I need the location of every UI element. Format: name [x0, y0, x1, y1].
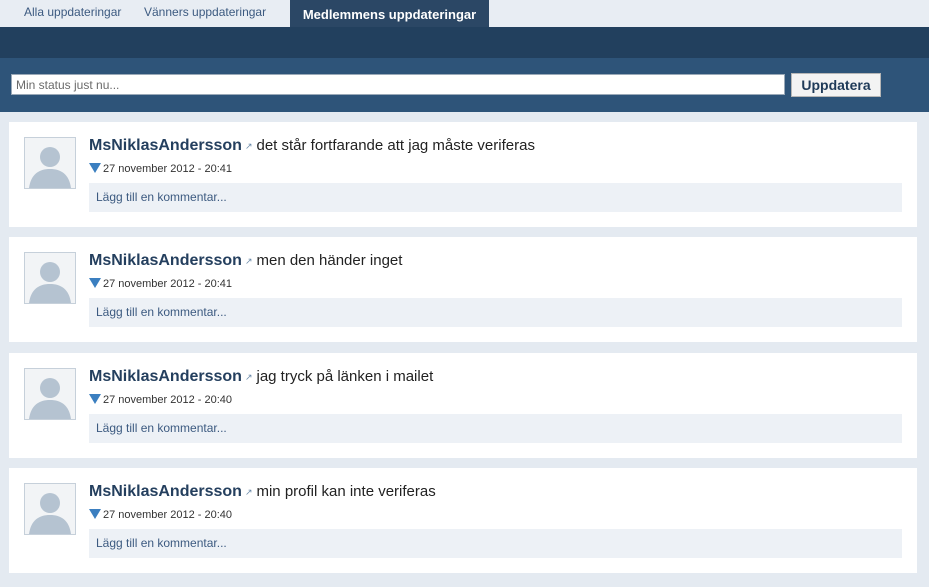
avatar[interactable]	[24, 137, 76, 189]
blue-triangle-icon	[89, 509, 101, 519]
post-timestamp: 27 november 2012 - 20:40	[103, 509, 233, 521]
avatar[interactable]	[24, 483, 76, 535]
blue-triangle-icon	[89, 163, 101, 173]
post-meta: 27 november 2012 - 20:41	[89, 277, 232, 290]
avatar[interactable]	[24, 252, 76, 304]
post-meta: 27 november 2012 - 20:40	[89, 393, 232, 406]
comment-field[interactable]: Lägg till en kommentar...	[89, 414, 902, 443]
avatar-placeholder-icon	[25, 369, 75, 419]
external-link-icon[interactable]: ↗	[245, 487, 253, 498]
header-bar	[0, 27, 929, 58]
post-timestamp: 27 november 2012 - 20:40	[103, 394, 233, 406]
comment-field[interactable]: Lägg till en kommentar...	[89, 298, 902, 327]
post-text: min profil kan inte veriferas	[256, 483, 436, 500]
comment-field[interactable]: Lägg till en kommentar...	[89, 529, 902, 558]
post-message: MsNiklasAndersson ↗ det står fortfarande a…	[89, 137, 535, 155]
feed-post: MsNiklasAndersson ↗ men den händer inget 2…	[9, 237, 917, 342]
post-timestamp: 27 november 2012 - 20:41	[103, 163, 233, 175]
status-input[interactable]	[11, 74, 785, 95]
blue-triangle-icon	[89, 394, 101, 404]
post-author[interactable]: MsNiklasAndersson	[89, 368, 242, 385]
tab-bar: Alla uppdateringar Vänners uppdateringar…	[0, 0, 929, 27]
avatar-placeholder-icon	[25, 253, 75, 303]
post-text: jag tryck på länken i mailet	[256, 368, 434, 385]
post-meta: 27 november 2012 - 20:41	[89, 162, 232, 175]
post-message: MsNiklasAndersson ↗ men den händer inget	[89, 252, 402, 270]
avatar-placeholder-icon	[25, 484, 75, 534]
update-button[interactable]: Uppdatera	[791, 73, 881, 97]
feed-post: MsNiklasAndersson ↗ jag tryck på länken i …	[9, 353, 917, 458]
post-author[interactable]: MsNiklasAndersson	[89, 252, 242, 269]
external-link-icon[interactable]: ↗	[245, 256, 253, 267]
external-link-icon[interactable]: ↗	[245, 141, 253, 152]
tab-member-updates[interactable]: Medlemmens uppdateringar	[290, 0, 489, 27]
post-text: det står fortfarande att jag måste verif…	[256, 137, 535, 154]
avatar[interactable]	[24, 368, 76, 420]
avatar-placeholder-icon	[25, 138, 75, 188]
post-text: men den händer inget	[256, 252, 403, 269]
post-message: MsNiklasAndersson ↗ min profil kan inte ve…	[89, 483, 436, 501]
post-author[interactable]: MsNiklasAndersson	[89, 137, 242, 154]
post-message: MsNiklasAndersson ↗ jag tryck på länken i …	[89, 368, 433, 386]
status-form: Uppdatera	[0, 58, 929, 112]
post-author[interactable]: MsNiklasAndersson	[89, 483, 242, 500]
tab-friends-updates[interactable]: Vänners uppdateringar	[144, 0, 266, 27]
comment-field[interactable]: Lägg till en kommentar...	[89, 183, 902, 212]
external-link-icon[interactable]: ↗	[245, 372, 253, 383]
post-meta: 27 november 2012 - 20:40	[89, 508, 232, 521]
feed-post: MsNiklasAndersson ↗ min profil kan inte ve…	[9, 468, 917, 573]
tab-all-updates[interactable]: Alla uppdateringar	[24, 0, 121, 27]
post-timestamp: 27 november 2012 - 20:41	[103, 278, 233, 290]
feed-post: MsNiklasAndersson ↗ det står fortfarande a…	[9, 122, 917, 227]
blue-triangle-icon	[89, 278, 101, 288]
